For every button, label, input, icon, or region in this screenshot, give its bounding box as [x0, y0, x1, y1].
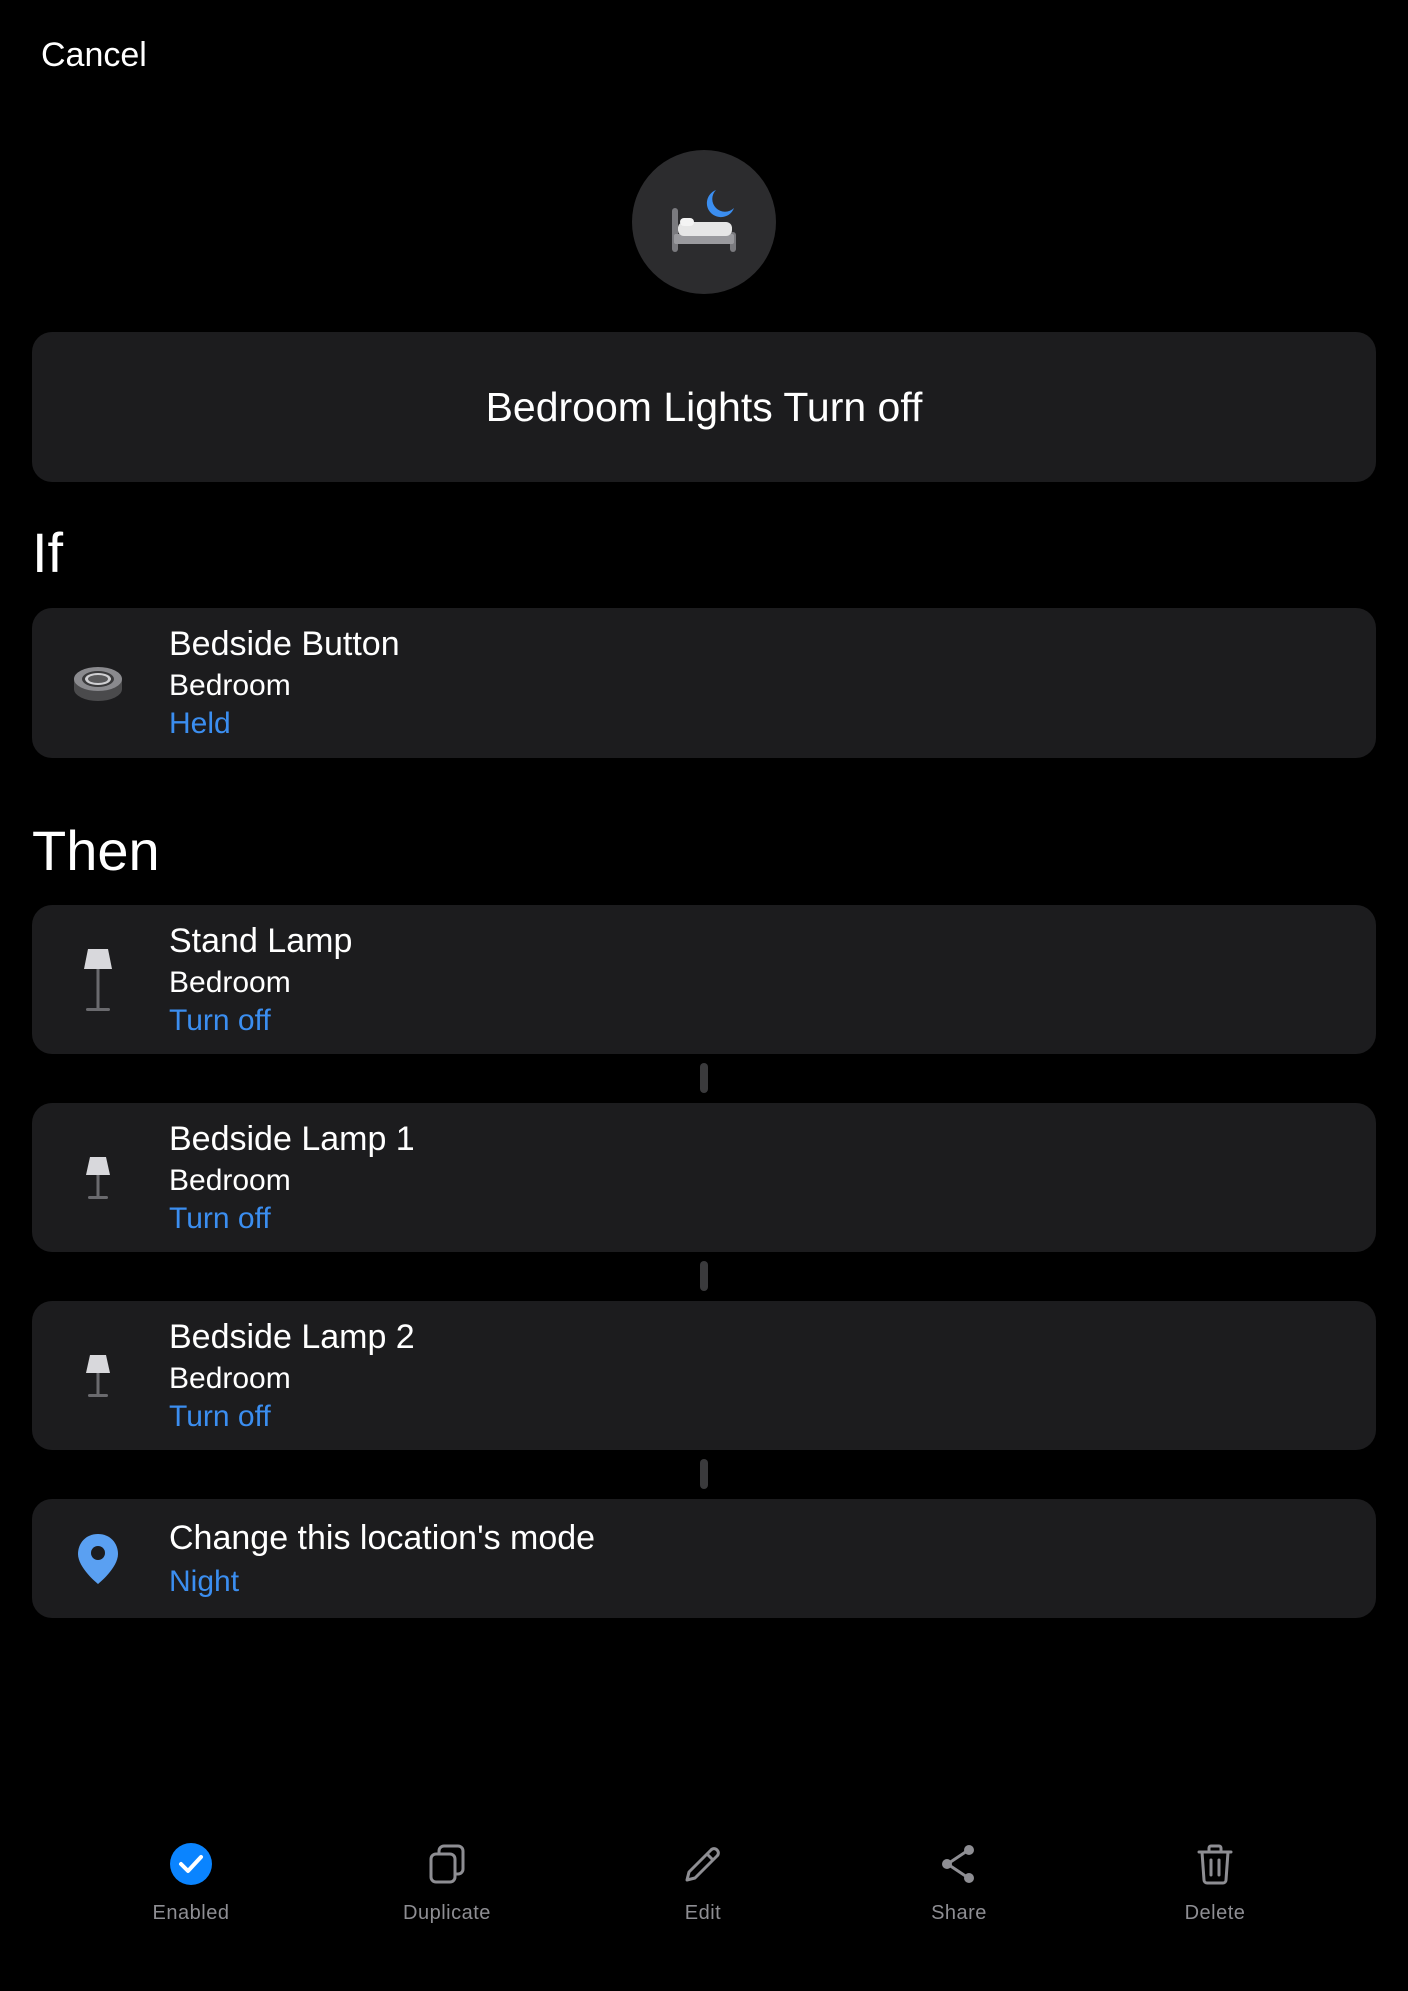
bottom-toolbar: Enabled Duplicate Edit Share Delete — [0, 1840, 1408, 1950]
action-title: Bedside Lamp 2 — [169, 1317, 415, 1356]
trigger-room: Bedroom — [169, 669, 291, 702]
lamp-icon — [66, 948, 130, 1012]
bed-moon-icon — [672, 190, 736, 252]
action-title: Bedside Lamp 1 — [169, 1119, 415, 1158]
action-connector — [700, 1459, 708, 1489]
action-command: Turn off — [169, 1399, 271, 1433]
mode-action-title: Change this location's mode — [169, 1518, 596, 1557]
routine-icon-badge[interactable] — [632, 150, 776, 294]
check-circle-icon — [167, 1840, 215, 1888]
action-title: Stand Lamp — [169, 921, 353, 960]
action-connector — [700, 1063, 708, 1093]
cancel-button[interactable]: Cancel — [41, 36, 147, 75]
then-section-title: Then — [32, 819, 160, 882]
action-row-bedside-lamp-2[interactable]: Bedside Lamp 2 Bedroom Turn off — [32, 1301, 1376, 1450]
mode-action-value: Night — [169, 1564, 240, 1598]
share-button[interactable]: Share — [879, 1840, 1039, 1925]
location-pin-icon — [66, 1527, 130, 1591]
action-connector — [700, 1261, 708, 1291]
action-row-stand-lamp[interactable]: Stand Lamp Bedroom Turn off — [32, 905, 1376, 1054]
edit-button[interactable]: Edit — [623, 1840, 783, 1925]
action-row-bedside-lamp-1[interactable]: Bedside Lamp 1 Bedroom Turn off — [32, 1103, 1376, 1252]
button-device-icon — [66, 651, 130, 715]
action-room: Bedroom — [169, 1163, 291, 1197]
enabled-toggle[interactable]: Enabled — [111, 1840, 271, 1925]
enabled-label: Enabled — [152, 1902, 230, 1924]
delete-label: Delete — [1184, 1902, 1246, 1924]
duplicate-icon — [423, 1840, 471, 1888]
lamp-icon — [66, 1344, 130, 1408]
delete-button[interactable]: Delete — [1135, 1840, 1295, 1925]
edit-label: Edit — [684, 1902, 722, 1924]
share-label: Share — [931, 1902, 987, 1924]
action-room: Bedroom — [169, 1361, 291, 1395]
duplicate-label: Duplicate — [403, 1902, 491, 1924]
trigger-title: Bedside Button — [169, 625, 400, 663]
if-section-title: If — [32, 521, 64, 584]
share-icon — [935, 1840, 983, 1888]
trash-icon — [1191, 1840, 1239, 1888]
lamp-icon — [66, 1146, 130, 1210]
action-row-location-mode[interactable]: Change this location's mode Night — [32, 1499, 1376, 1618]
action-command: Turn off — [169, 1201, 271, 1235]
trigger-state: Held — [169, 707, 231, 740]
routine-name-field[interactable]: Bedroom Lights Turn off — [32, 332, 1376, 482]
duplicate-button[interactable]: Duplicate — [367, 1840, 527, 1925]
action-room: Bedroom — [169, 965, 291, 999]
action-command: Turn off — [169, 1003, 271, 1037]
pencil-icon — [679, 1840, 727, 1888]
trigger-row[interactable]: Bedside Button Bedroom Held — [32, 608, 1376, 758]
